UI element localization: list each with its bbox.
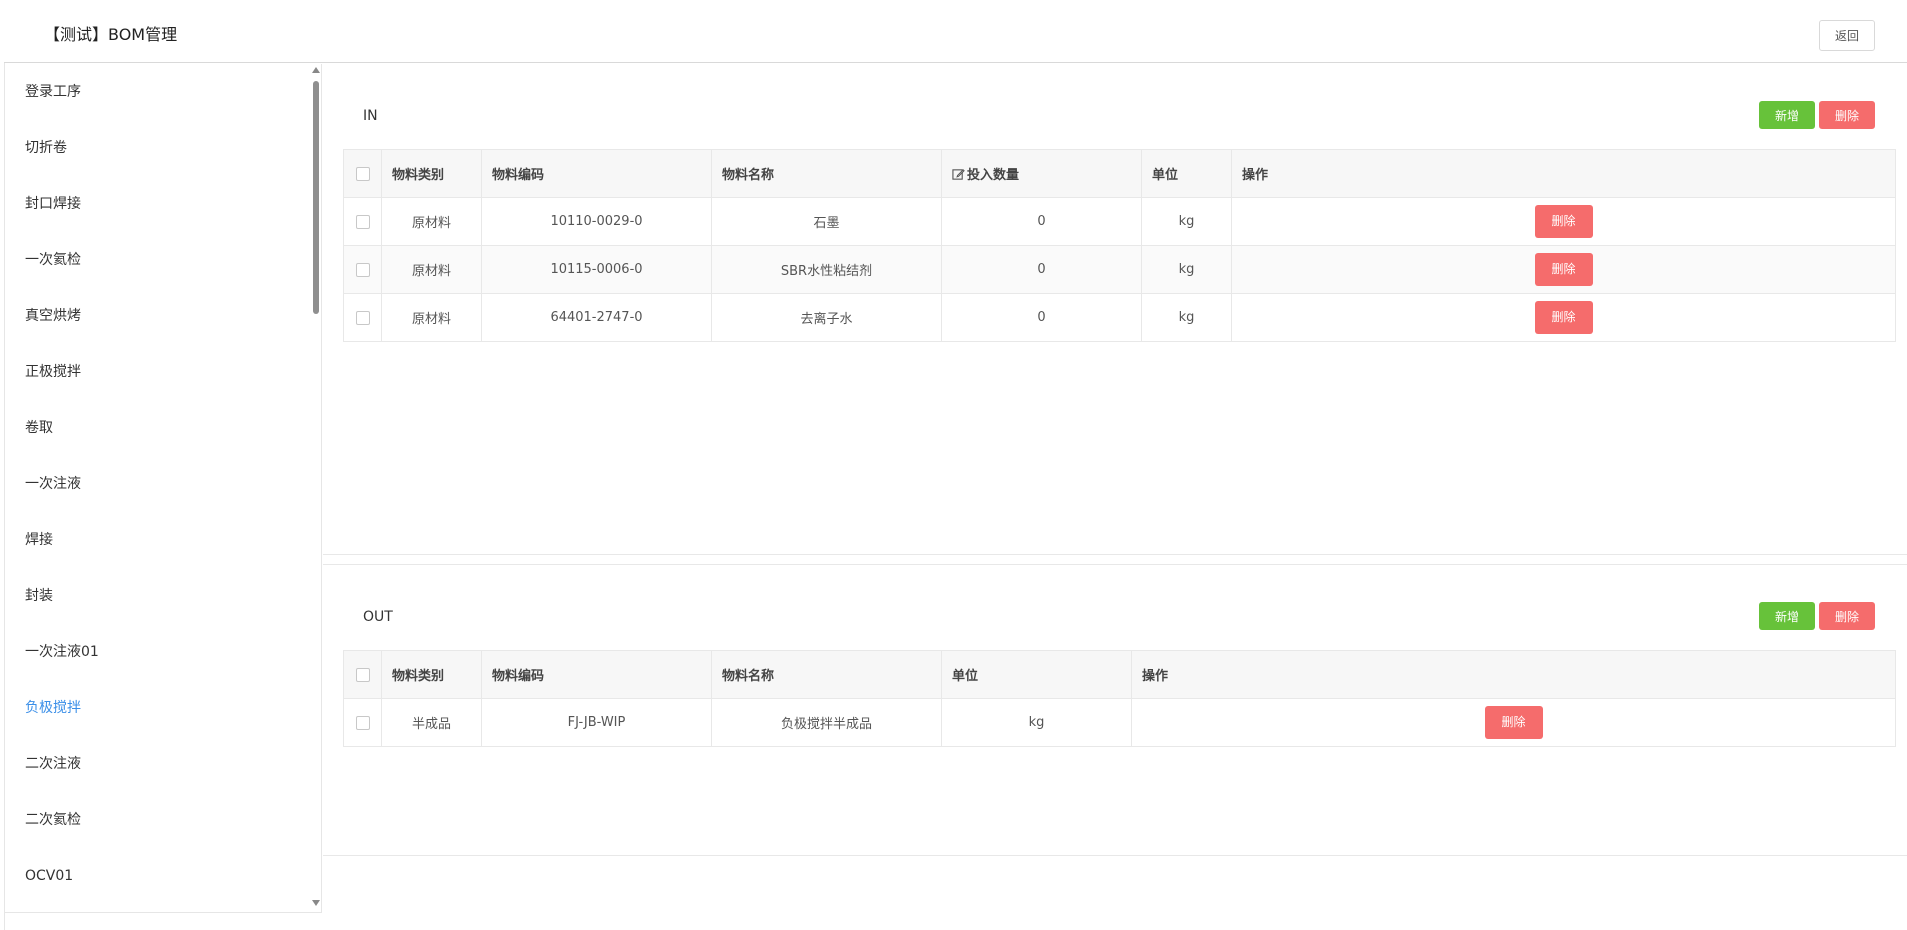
column-header: 物料编码 xyxy=(481,650,712,699)
header: 【测试】BOM管理 返回 xyxy=(4,0,1907,63)
column-header: 物料类别 xyxy=(381,650,482,699)
sidebar-list: 登录工序 切折卷 封口焊接 一次氦检 真空烘烤 正极搅拌 卷取 一次注液 焊接 … xyxy=(4,64,310,904)
sidebar-bottom-divider xyxy=(4,912,322,913)
sidebar-item[interactable]: 正极搅拌 xyxy=(4,344,310,400)
select-all-checkbox[interactable] xyxy=(355,166,370,181)
cell-name: 去离子水 xyxy=(711,293,942,342)
select-all-checkbox[interactable] xyxy=(355,667,370,682)
cell-qty[interactable]: 0 xyxy=(941,197,1142,246)
row-checkbox[interactable] xyxy=(355,214,370,229)
chevron-down-icon[interactable] xyxy=(312,900,320,906)
in-add-button[interactable]: 新增 xyxy=(1759,101,1815,129)
row-checkbox[interactable] xyxy=(355,310,370,325)
in-table: 物料类别 物料编码 物料名称 投入数量 单位 操作 原材料 10110-0029… xyxy=(343,149,1896,342)
row-checkbox[interactable] xyxy=(355,715,370,730)
cell-action: 删除 xyxy=(1231,197,1896,246)
sidebar-scrollbar[interactable] xyxy=(310,64,321,912)
qty-header-label: 投入数量 xyxy=(967,168,1020,183)
sidebar-item[interactable]: 登录工序 xyxy=(4,64,310,120)
column-header: 单位 xyxy=(941,650,1132,699)
sidebar-item[interactable]: OCV01 xyxy=(4,848,310,904)
column-header: 单位 xyxy=(1141,149,1232,198)
out-section: OUT 新增 删除 物料类别 物料编码 物料名称 单位 操作 半成品 FJ-JB… xyxy=(323,565,1907,855)
sidebar: 登录工序 切折卷 封口焊接 一次氦检 真空烘烤 正极搅拌 卷取 一次注液 焊接 … xyxy=(4,64,322,912)
select-all-cell xyxy=(343,650,382,699)
row-select-cell xyxy=(343,245,382,294)
out-section-label: OUT xyxy=(363,609,393,625)
column-header: 物料编码 xyxy=(481,149,712,198)
table-header-row: 物料类别 物料编码 物料名称 投入数量 单位 操作 xyxy=(343,149,1896,198)
row-delete-button[interactable]: 删除 xyxy=(1534,253,1593,286)
scrollbar-thumb[interactable] xyxy=(313,81,319,314)
sidebar-item[interactable]: 一次氦检 xyxy=(4,232,310,288)
row-select-cell xyxy=(343,293,382,342)
section-divider xyxy=(323,855,1907,856)
column-header: 操作 xyxy=(1131,650,1896,699)
cell-name: SBR水性粘结剂 xyxy=(711,245,942,294)
cell-code: 64401-2747-0 xyxy=(481,293,712,342)
out-add-button[interactable]: 新增 xyxy=(1759,602,1815,630)
row-delete-button[interactable]: 删除 xyxy=(1534,205,1593,238)
cell-code: 10110-0029-0 xyxy=(481,197,712,246)
cell-code: 10115-0006-0 xyxy=(481,245,712,294)
main-content: IN 新增 删除 物料类别 物料编码 物料名称 投入数量 单位 操作 原材料 1… xyxy=(323,64,1907,930)
cell-qty[interactable]: 0 xyxy=(941,293,1142,342)
column-header: 操作 xyxy=(1231,149,1896,198)
cell-category: 原材料 xyxy=(381,245,482,294)
cell-code: FJ-JB-WIP xyxy=(481,698,712,747)
row-delete-button[interactable]: 删除 xyxy=(1534,301,1593,334)
page-title: 【测试】BOM管理 xyxy=(44,25,178,44)
sidebar-item-active[interactable]: 负极搅拌 xyxy=(4,680,310,736)
chevron-up-icon[interactable] xyxy=(312,67,320,73)
row-select-cell xyxy=(343,698,382,747)
cell-unit: kg xyxy=(1141,293,1232,342)
edit-icon xyxy=(952,169,965,180)
column-header: 物料类别 xyxy=(381,149,482,198)
sidebar-item[interactable]: 封口焊接 xyxy=(4,176,310,232)
cell-category: 半成品 xyxy=(381,698,482,747)
cell-unit: kg xyxy=(941,698,1132,747)
cell-unit: kg xyxy=(1141,245,1232,294)
row-checkbox[interactable] xyxy=(355,262,370,277)
row-select-cell xyxy=(343,197,382,246)
cell-action: 删除 xyxy=(1131,698,1896,747)
table-row: 原材料 64401-2747-0 去离子水 0 kg 删除 xyxy=(343,293,1896,342)
sidebar-item[interactable]: 焊接 xyxy=(4,512,310,568)
table-row: 原材料 10110-0029-0 石墨 0 kg 删除 xyxy=(343,197,1896,246)
sidebar-item[interactable]: 卷取 xyxy=(4,400,310,456)
sidebar-item[interactable]: 真空烘烤 xyxy=(4,288,310,344)
table-row: 原材料 10115-0006-0 SBR水性粘结剂 0 kg 删除 xyxy=(343,245,1896,294)
table-header-row: 物料类别 物料编码 物料名称 单位 操作 xyxy=(343,650,1896,699)
sidebar-item[interactable]: 二次注液 xyxy=(4,736,310,792)
sidebar-item[interactable]: 一次注液01 xyxy=(4,624,310,680)
cell-name: 负极搅拌半成品 xyxy=(711,698,942,747)
sidebar-item[interactable]: 二次氦检 xyxy=(4,792,310,848)
cell-action: 删除 xyxy=(1231,293,1896,342)
cell-name: 石墨 xyxy=(711,197,942,246)
cell-unit: kg xyxy=(1141,197,1232,246)
row-delete-button[interactable]: 删除 xyxy=(1484,706,1543,739)
section-divider xyxy=(323,554,1907,555)
cell-qty[interactable]: 0 xyxy=(941,245,1142,294)
column-header: 物料名称 xyxy=(711,149,942,198)
out-delete-button[interactable]: 删除 xyxy=(1819,602,1875,630)
in-section-label: IN xyxy=(363,108,378,124)
column-header: 物料名称 xyxy=(711,650,942,699)
in-delete-button[interactable]: 删除 xyxy=(1819,101,1875,129)
sidebar-item[interactable]: 切折卷 xyxy=(4,120,310,176)
cell-category: 原材料 xyxy=(381,293,482,342)
table-row: 半成品 FJ-JB-WIP 负极搅拌半成品 kg 删除 xyxy=(343,698,1896,747)
select-all-cell xyxy=(343,149,382,198)
out-table: 物料类别 物料编码 物料名称 单位 操作 半成品 FJ-JB-WIP 负极搅拌半… xyxy=(343,650,1896,747)
back-button[interactable]: 返回 xyxy=(1819,20,1875,51)
in-section: IN 新增 删除 物料类别 物料编码 物料名称 投入数量 单位 操作 原材料 1… xyxy=(323,64,1907,554)
cell-category: 原材料 xyxy=(381,197,482,246)
column-header-qty: 投入数量 xyxy=(941,149,1142,198)
cell-action: 删除 xyxy=(1231,245,1896,294)
sidebar-item[interactable]: 封装 xyxy=(4,568,310,624)
sidebar-item[interactable]: 一次注液 xyxy=(4,456,310,512)
